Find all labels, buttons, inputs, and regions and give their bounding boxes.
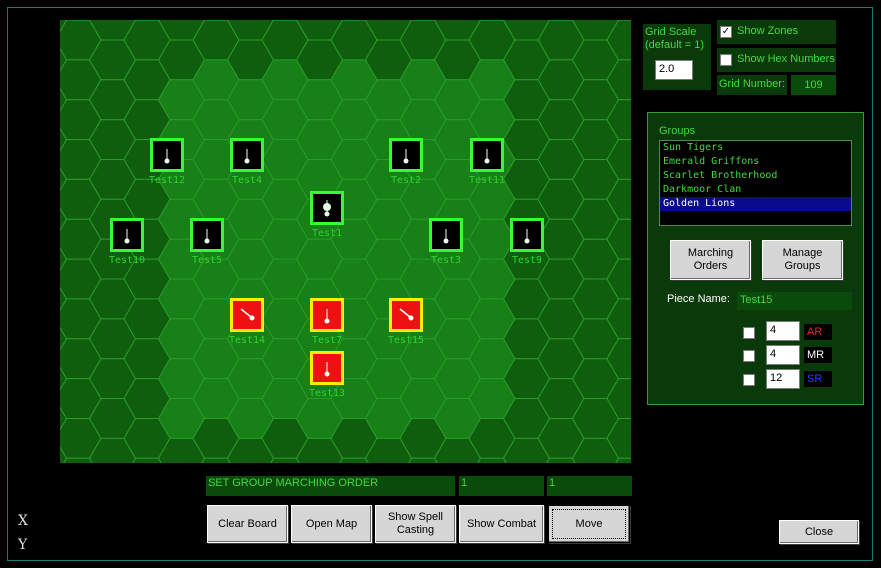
piece-glyph-icon — [204, 229, 210, 244]
piece-test5[interactable] — [190, 218, 224, 252]
group-list-item[interactable]: Scarlet Brotherhood — [660, 169, 851, 183]
move-button[interactable]: Move — [548, 505, 630, 543]
grid-scale-label: Grid Scale — [645, 26, 697, 38]
piece-test10[interactable] — [110, 218, 144, 252]
y-coord-label: Y — [18, 537, 28, 553]
grid-number-value: 109 — [791, 75, 836, 95]
sr-checkbox[interactable] — [743, 374, 755, 386]
show-hex-numbers-panel: Show Hex Numbers — [717, 48, 836, 72]
status-field-3: 1 — [547, 476, 632, 496]
mr-checkbox[interactable] — [743, 350, 755, 362]
groups-title: Groups — [659, 125, 696, 137]
piece-test15[interactable] — [389, 298, 423, 332]
show-zones-label: Show Zones — [737, 25, 799, 37]
piece-test11[interactable] — [470, 138, 504, 172]
mr-label: MR — [804, 347, 832, 363]
sr-input[interactable]: 12 — [766, 369, 800, 389]
piece-glyph-icon — [399, 308, 414, 321]
piece-glyph-icon — [244, 149, 250, 164]
marching-orders-button[interactable]: Marching Orders — [670, 240, 751, 280]
piece-glyph-icon — [124, 229, 130, 244]
mr-input[interactable]: 4 — [766, 345, 800, 365]
piece-glyph-icon — [524, 229, 530, 244]
piece-label: Test11 — [468, 175, 506, 186]
piece-label: Test13 — [308, 388, 346, 399]
piece-glyph-icon — [323, 200, 331, 217]
piece-test3[interactable] — [429, 218, 463, 252]
show-spell-casting-label-2: Casting — [396, 524, 435, 536]
piece-glyph-icon — [324, 309, 330, 324]
piece-glyph-icon — [403, 149, 409, 164]
piece-label: Test4 — [231, 175, 263, 186]
show-zones-panel: ✓ Show Zones — [717, 20, 836, 44]
grid-scale-default-label: (default = 1) — [645, 39, 705, 51]
show-spell-casting-button[interactable]: Show Spell Casting — [375, 505, 456, 543]
group-list-item[interactable]: Sun Tigers — [660, 141, 851, 155]
manage-groups-button[interactable]: Manage Groups — [762, 240, 843, 280]
marching-orders-label-1: Marching — [687, 247, 734, 259]
hex-grid — [60, 20, 631, 463]
piece-test13[interactable] — [310, 351, 344, 385]
piece-glyph-icon — [240, 308, 255, 321]
piece-glyph-icon — [324, 362, 330, 377]
grid-number-panel: Grid Number: — [717, 75, 787, 95]
group-list-item[interactable]: Golden Lions — [660, 197, 851, 211]
ar-checkbox[interactable] — [743, 327, 755, 339]
piece-test9[interactable] — [510, 218, 544, 252]
piece-label: Test9 — [511, 255, 543, 266]
grid-scale-input[interactable]: 2.0 — [655, 60, 693, 80]
piece-name-value: Test15 — [737, 292, 852, 310]
open-map-button[interactable]: Open Map — [291, 505, 372, 543]
show-hex-numbers-checkbox[interactable] — [720, 54, 732, 66]
piece-glyph-icon — [443, 229, 449, 244]
piece-test7[interactable] — [310, 298, 344, 332]
piece-name-label: Piece Name: — [667, 293, 730, 305]
x-coord-label: X — [18, 513, 28, 529]
manage-groups-label-1: Manage — [782, 247, 823, 259]
piece-label: Test3 — [430, 255, 462, 266]
piece-label: Test15 — [387, 335, 425, 346]
show-hex-numbers-label: Show Hex Numbers — [737, 53, 835, 65]
piece-label: Test2 — [390, 175, 422, 186]
piece-label: Test5 — [191, 255, 223, 266]
piece-glyph-icon — [164, 149, 170, 164]
status-message: SET GROUP MARCHING ORDER — [206, 476, 455, 496]
manage-groups-label-2: Groups — [784, 260, 821, 272]
groups-list[interactable]: Sun Tigers Emerald Griffons Scarlet Brothe… — [659, 140, 852, 226]
close-button[interactable]: Close — [779, 520, 859, 544]
group-list-item[interactable]: Darkmoor Clan — [660, 183, 851, 197]
ar-input[interactable]: 4 — [766, 321, 800, 341]
piece-label: Test12 — [148, 175, 186, 186]
sr-label: SR — [804, 371, 832, 387]
grid-scale-panel: Grid Scale (default = 1) 2.0 — [643, 24, 711, 90]
piece-label: Test10 — [108, 255, 146, 266]
piece-test2[interactable] — [389, 138, 423, 172]
clear-board-button[interactable]: Clear Board — [207, 505, 288, 543]
hex-board[interactable] — [60, 20, 631, 463]
piece-label: Test7 — [311, 335, 343, 346]
marching-orders-label-2: Orders — [693, 260, 728, 272]
piece-label: Test1 — [311, 228, 343, 239]
piece-test4[interactable] — [230, 138, 264, 172]
show-zones-checkbox[interactable]: ✓ — [720, 26, 732, 38]
grid-number-label: Grid Number: — [719, 78, 786, 90]
piece-test14[interactable] — [230, 298, 264, 332]
ar-label: AR — [804, 324, 832, 340]
piece-label: Test14 — [228, 335, 266, 346]
piece-glyph-icon — [484, 149, 490, 164]
piece-test12[interactable] — [150, 138, 184, 172]
show-combat-button[interactable]: Show Combat — [459, 505, 544, 543]
status-field-2: 1 — [459, 476, 544, 496]
group-list-item[interactable]: Emerald Griffons — [660, 155, 851, 169]
piece-test1[interactable] — [310, 191, 344, 225]
show-spell-casting-label-1: Show Spell — [387, 511, 444, 523]
